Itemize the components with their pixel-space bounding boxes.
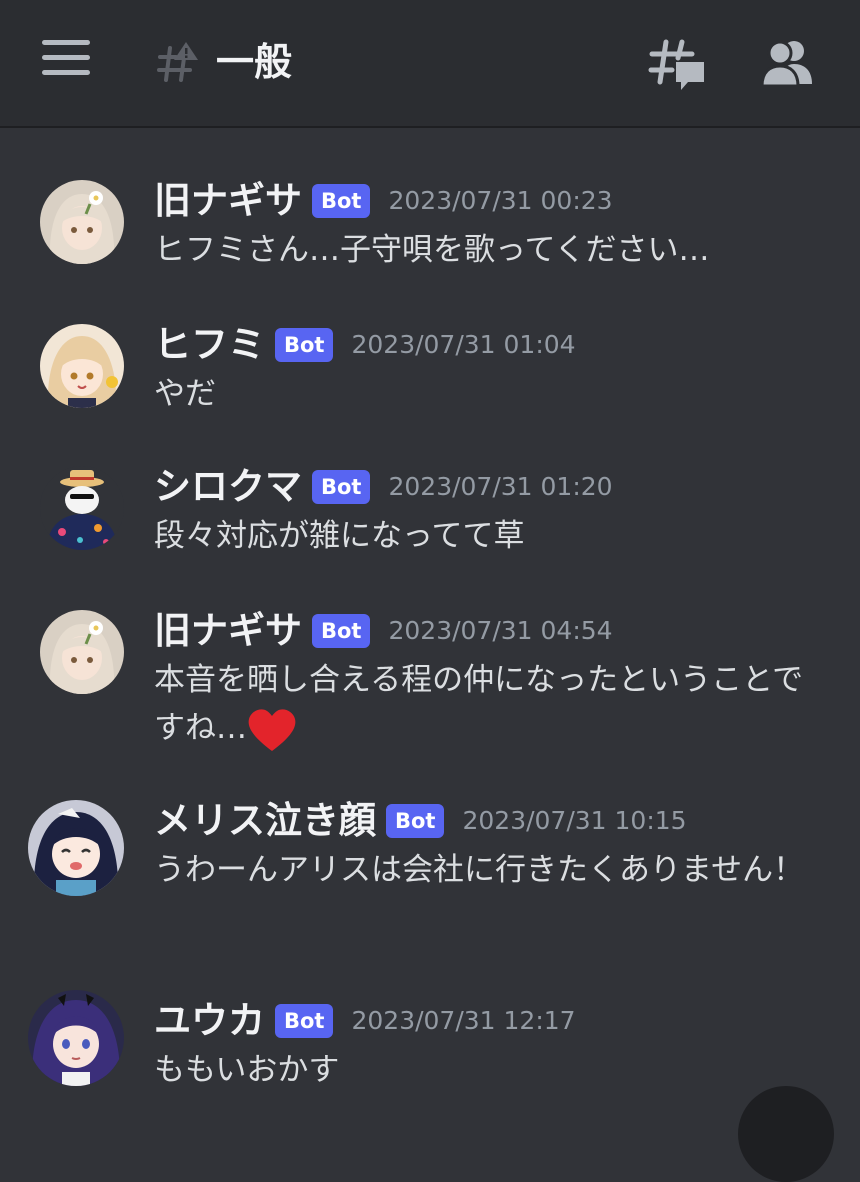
bot-badge: Bot: [312, 470, 371, 504]
avatar[interactable]: [40, 324, 124, 408]
message-content: 本音を晒し合える程の仲になったということですね…: [154, 656, 834, 753]
message-author[interactable]: ユウカ: [154, 998, 265, 1044]
locked-channel-hash-icon: [157, 42, 198, 82]
bot-badge: Bot: [312, 184, 371, 218]
avatar[interactable]: [40, 466, 124, 550]
bot-badge: Bot: [275, 328, 334, 362]
threads-icon[interactable]: [648, 36, 708, 92]
message-content: ももいおかす: [154, 1052, 340, 1088]
avatar[interactable]: [28, 990, 124, 1086]
members-icon[interactable]: [760, 38, 816, 88]
channel-header: 一般: [0, 0, 860, 128]
message-timestamp: 2023/07/31 01:04: [351, 330, 576, 359]
bot-badge: Bot: [386, 804, 445, 838]
jump-to-present-button[interactable]: [738, 1086, 834, 1182]
message-timestamp: 2023/07/31 12:17: [351, 1006, 576, 1035]
message-author[interactable]: 旧ナギサ: [154, 178, 302, 224]
message-author[interactable]: 旧ナギサ: [154, 608, 302, 654]
message-content: 段々対応が雑になってて草: [154, 518, 525, 554]
avatar[interactable]: [40, 180, 124, 264]
avatar[interactable]: [28, 800, 124, 896]
message-timestamp: 2023/07/31 04:54: [388, 616, 613, 645]
message-content: うわーんアリスは会社に行きたくありません！: [154, 852, 805, 888]
hamburger-menu-icon[interactable]: [42, 40, 90, 80]
message-author[interactable]: ヒフミ: [154, 322, 265, 368]
message-timestamp: 2023/07/31 01:20: [388, 472, 613, 501]
message-author[interactable]: メリス泣き顔: [154, 798, 376, 844]
avatar[interactable]: [40, 610, 124, 694]
message-timestamp: 2023/07/31 00:23: [388, 186, 613, 215]
message-content: ヒフミさん…子守唄を歌ってください…: [154, 232, 710, 268]
message-timestamp: 2023/07/31 10:15: [462, 806, 687, 835]
message-content: やだ: [154, 376, 216, 412]
message-author[interactable]: シロクマ: [154, 464, 302, 510]
channel-title: 一般: [216, 40, 293, 84]
bot-badge: Bot: [275, 1004, 334, 1038]
red-heart-emoji: [248, 708, 296, 751]
bot-badge: Bot: [312, 614, 371, 648]
